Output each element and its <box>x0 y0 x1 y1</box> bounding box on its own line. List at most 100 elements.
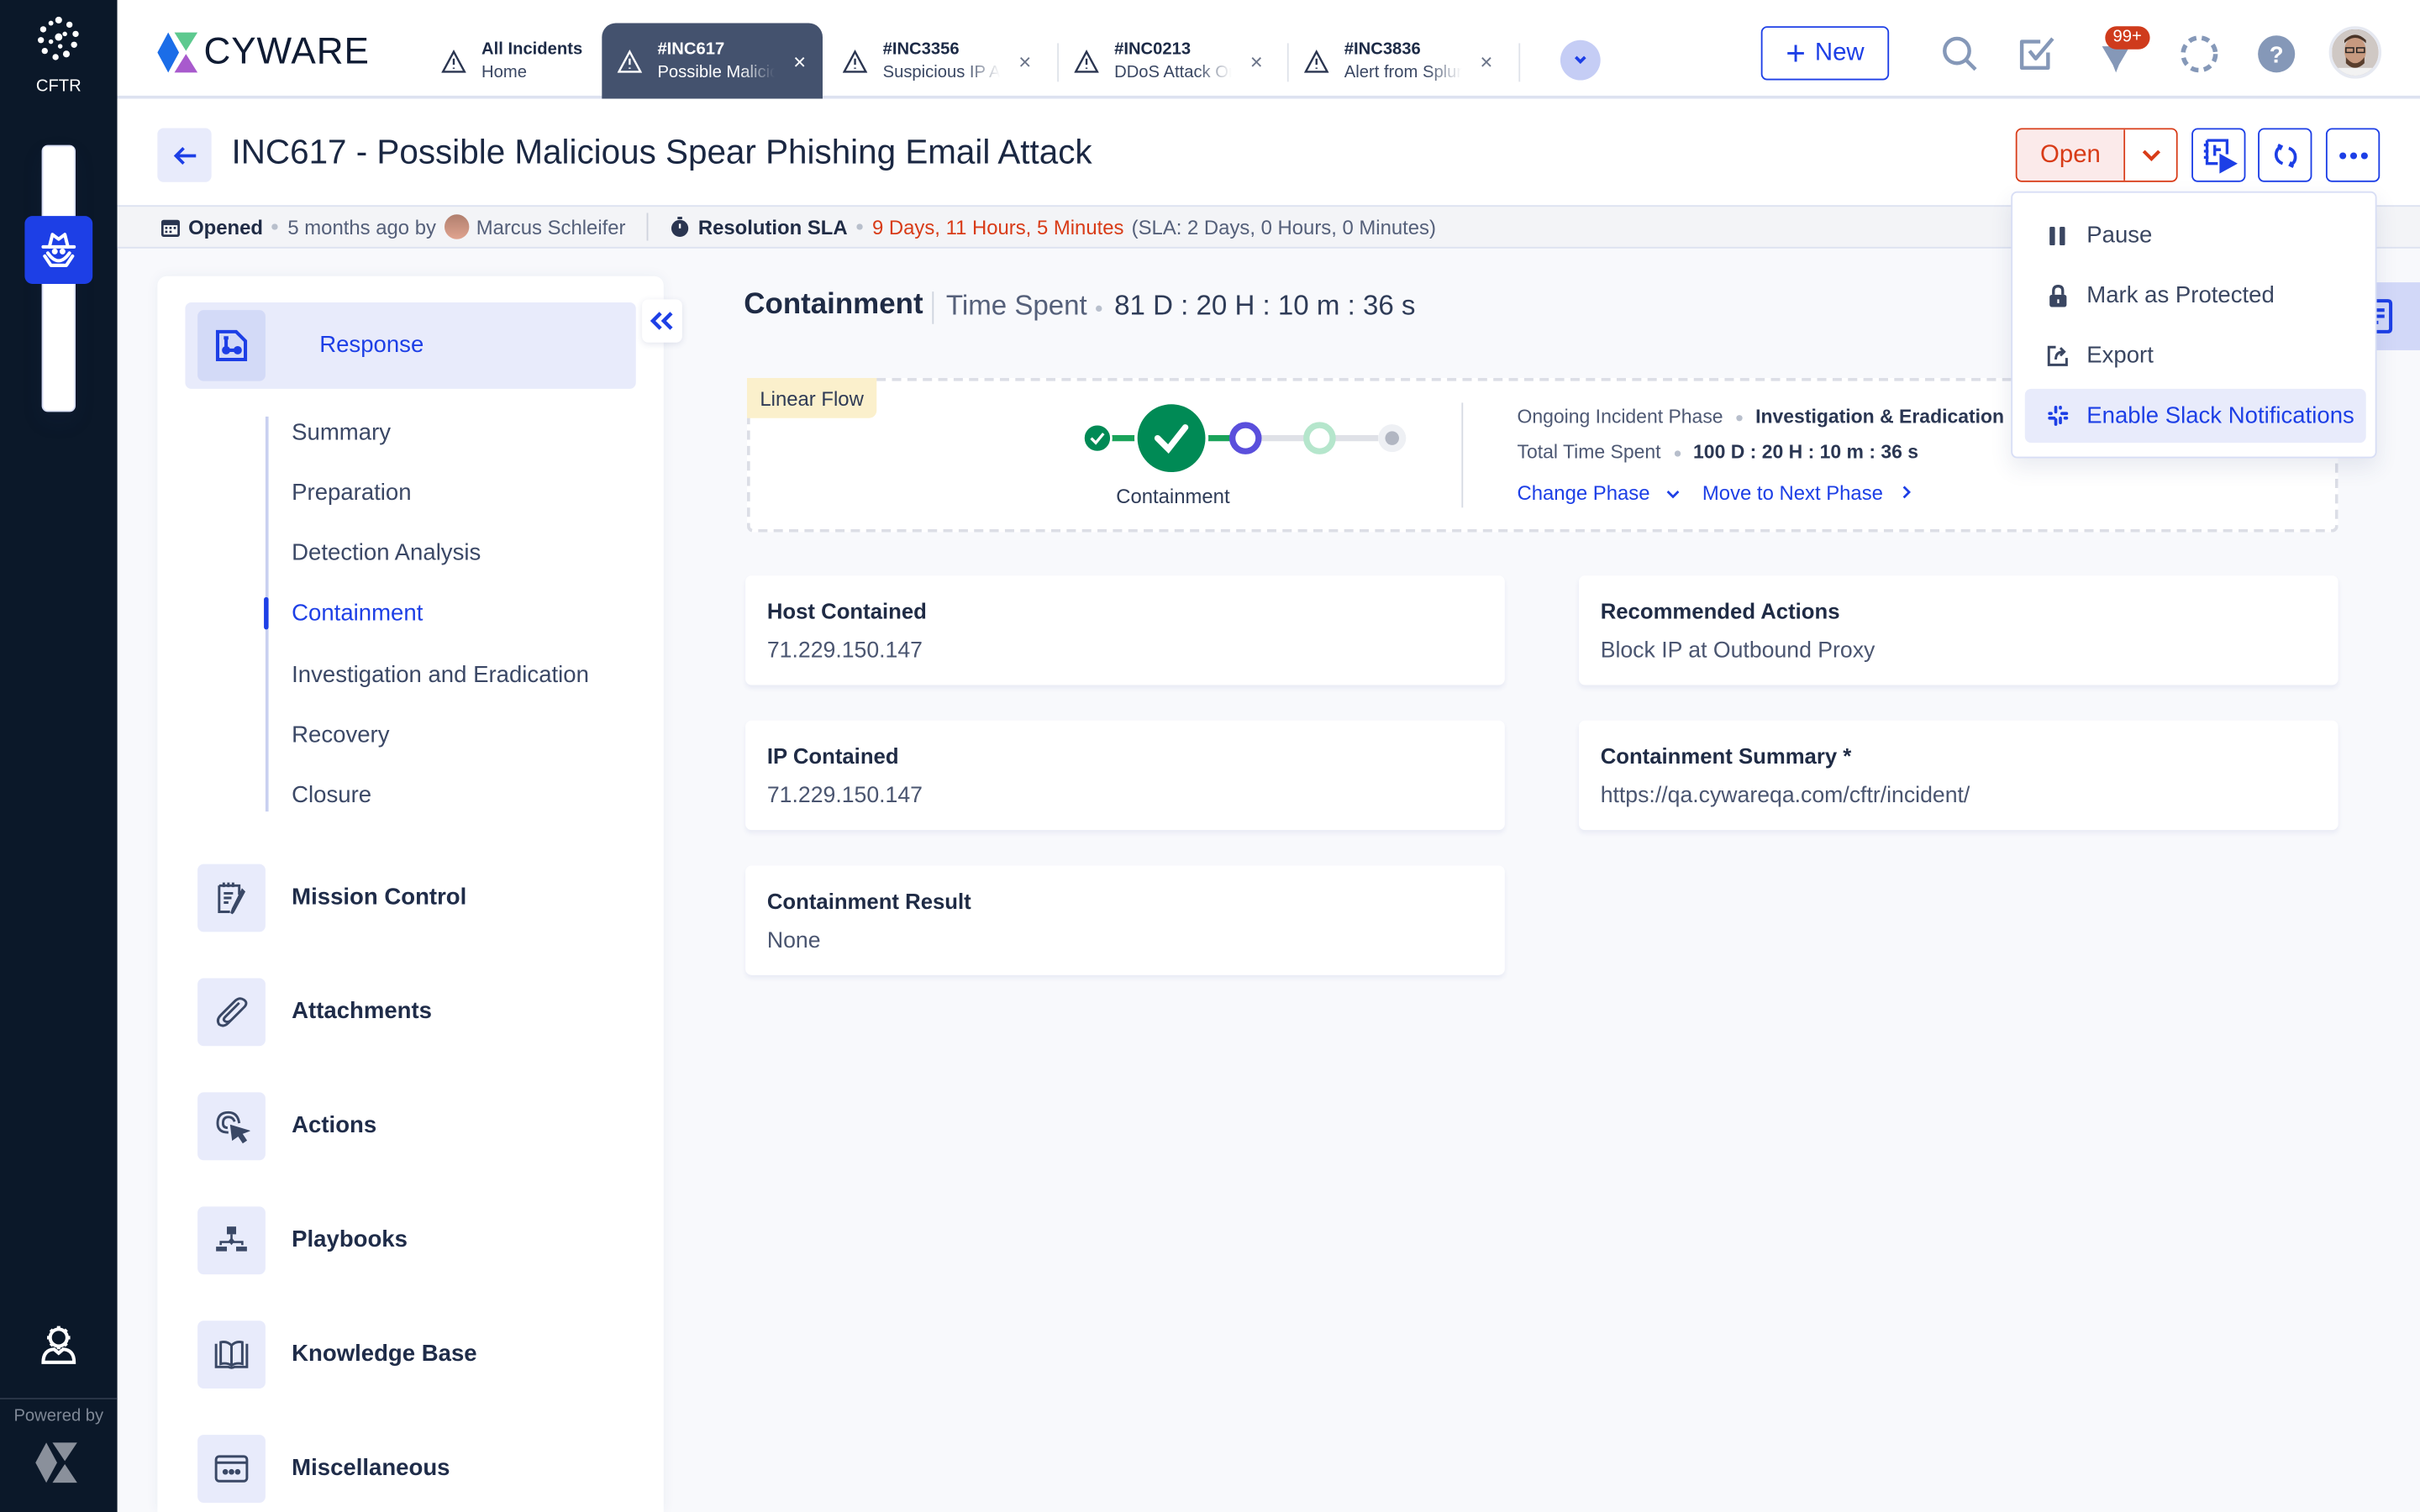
user-avatar[interactable] <box>2328 26 2382 79</box>
change-phase-link[interactable]: Change Phase <box>1518 481 1681 505</box>
subnav-containment[interactable]: Containment <box>292 600 423 626</box>
field-ip-contained[interactable]: IP Contained 71.229.150.147 <box>745 720 1505 831</box>
flowchart-icon <box>216 1226 247 1252</box>
cftr-logo-icon <box>37 16 79 60</box>
field-value: 71.229.150.147 <box>766 784 923 809</box>
menu-item-label: Export <box>2086 342 2154 369</box>
search-button[interactable] <box>1940 34 1981 74</box>
step-pending[interactable] <box>1378 424 1407 453</box>
close-tab-button[interactable]: × <box>793 49 806 73</box>
move-next-phase-link[interactable]: Move to Next Phase <box>1702 481 1912 505</box>
subnav-investigation-eradication[interactable]: Investigation and Eradication <box>292 662 589 688</box>
subnav-closure[interactable]: Closure <box>292 782 371 808</box>
nav-knowledge-base[interactable]: Knowledge Base <box>197 1320 645 1389</box>
new-button[interactable]: + New <box>1760 26 1890 81</box>
sla-elapsed: 9 Days, 11 Hours, 5 Minutes <box>871 215 1124 239</box>
spinner-icon <box>2181 35 2218 73</box>
chevron-down-icon <box>1665 491 1679 499</box>
warning-icon <box>1074 49 1099 72</box>
help-button[interactable]: ? <box>2256 34 2296 74</box>
creator-avatar <box>444 214 469 239</box>
back-button[interactable] <box>157 128 212 182</box>
cftr-logo[interactable]: CFTR <box>0 13 118 96</box>
nav-actions[interactable]: Actions <box>197 1092 645 1161</box>
nav-response-label: Response <box>319 331 424 359</box>
help-icon: ? <box>2258 35 2296 73</box>
close-tab-button[interactable]: × <box>1480 49 1492 73</box>
subnav-preparation[interactable]: Preparation <box>292 480 411 506</box>
more-options-button[interactable] <box>2325 128 2381 182</box>
tab-inc3836[interactable]: #INC3836 Alert from Splunk × <box>1289 24 1508 99</box>
status-dropdown[interactable]: Open <box>2015 128 2178 182</box>
collapse-sidenav-button[interactable] <box>642 299 682 343</box>
slack-icon <box>2047 406 2068 426</box>
close-tab-button[interactable]: × <box>1250 49 1263 73</box>
warning-icon <box>1304 49 1329 72</box>
step-ongoing[interactable] <box>1228 422 1262 454</box>
field-value: Block IP at Outbound Proxy <box>1600 638 1876 664</box>
tab-subtitle: Alert from Splunk <box>1344 62 1462 81</box>
cyware-brand[interactable]: CYWARE <box>157 31 369 74</box>
subnav-detection-analysis[interactable]: Detection Analysis <box>292 540 481 566</box>
time-spent-label: Time Spent <box>945 290 1087 322</box>
field-containment-result[interactable]: Containment Result None <box>745 865 1505 975</box>
nav-response[interactable]: Response <box>185 302 636 389</box>
tasks-button[interactable] <box>2018 34 2058 74</box>
tab-inc3356[interactable]: #INC3356 Suspicious IP Address × <box>827 24 1046 99</box>
tab-subtitle: Possible Malicious Spear Phishing Email … <box>657 62 775 81</box>
dot-separator <box>1096 305 1102 312</box>
creator-name[interactable]: Marcus Schleifer <box>476 215 626 239</box>
menu-item-mark-protected[interactable]: Mark as Protected <box>2025 269 2366 323</box>
incident-side-nav: Response Summary Preparation Detection A… <box>157 276 664 1512</box>
total-time-value: 100 D : 20 H : 10 m : 36 s <box>1693 441 1919 464</box>
ellipsis-icon <box>2338 151 2367 159</box>
refresh-button[interactable] <box>2258 128 2312 182</box>
step-current-completed[interactable] <box>1134 401 1209 475</box>
tab-inc617[interactable]: #INC617 Possible Malicious Spear Phishin… <box>602 23 823 99</box>
nav-playbooks[interactable]: Playbooks <box>197 1206 645 1275</box>
linear-flow-tag: Linear Flow <box>746 377 877 418</box>
tab-subtitle: Home <box>481 62 527 81</box>
tab-inc0213[interactable]: #INC0213 DDoS Attack On × <box>1059 24 1278 99</box>
step-pending[interactable] <box>1303 422 1336 454</box>
menu-item-label: Mark as Protected <box>2086 282 2275 309</box>
menu-item-export[interactable]: Export <box>2025 328 2366 382</box>
subnav-recovery[interactable]: Recovery <box>292 722 389 748</box>
step-completed[interactable] <box>1082 423 1113 454</box>
arrow-left-icon <box>172 146 196 165</box>
response-doc-icon <box>215 329 248 361</box>
menu-item-pause[interactable]: Pause <box>2025 208 2366 262</box>
pause-icon <box>2049 226 2065 245</box>
tab-title: #INC0213 <box>1114 39 1192 58</box>
sla-target: (SLA: 2 Days, 0 Hours, 0 Minutes) <box>1131 215 1436 239</box>
cyware-logo-icon <box>157 32 198 73</box>
stopwatch-icon <box>671 217 689 237</box>
more-tabs-button[interactable] <box>1560 39 1601 81</box>
status-label[interactable]: Open <box>2017 129 2126 181</box>
move-next-phase-label: Move to Next Phase <box>1702 481 1883 505</box>
app-window: CFTR Powered by CYWARE All Incidents Hom… <box>0 0 2420 1512</box>
close-tab-button[interactable]: × <box>1018 49 1031 73</box>
run-playbook-button[interactable] <box>2191 128 2246 182</box>
nav-mission-control[interactable]: Mission Control <box>197 864 645 932</box>
status-caret-button[interactable] <box>2125 129 2176 181</box>
nav-label: Mission Control <box>292 884 467 911</box>
field-recommended-actions[interactable]: Recommended Actions Block IP at Outbound… <box>1578 575 2338 685</box>
subnav-summary[interactable]: Summary <box>292 420 391 446</box>
brand-name: CYWARE <box>203 30 370 73</box>
field-containment-summary[interactable]: Containment Summary * https://qa.cywareq… <box>1578 720 2338 831</box>
incident-app-button[interactable] <box>24 216 93 284</box>
menu-item-enable-slack[interactable]: Enable Slack Notifications <box>2024 388 2366 444</box>
nav-miscellaneous[interactable]: Miscellaneous <box>197 1435 645 1503</box>
ongoing-phase-label: Ongoing Incident Phase <box>1517 406 1723 428</box>
nav-label: Actions <box>292 1112 377 1139</box>
nav-attachments[interactable]: Attachments <box>197 978 645 1047</box>
time-spent-value: 81 D : 20 H : 10 m : 36 s <box>1114 290 1416 322</box>
field-host-contained[interactable]: Host Contained 71.229.150.147 <box>745 575 1505 685</box>
chevron-right-icon <box>1902 486 1911 499</box>
svg-text:?: ? <box>2270 41 2284 67</box>
tab-all-incidents[interactable]: All Incidents Home <box>426 24 614 99</box>
cyware-mark-icon <box>34 1441 80 1484</box>
tab-title: All Incidents <box>481 39 583 58</box>
user-settings-button[interactable] <box>37 1322 80 1365</box>
